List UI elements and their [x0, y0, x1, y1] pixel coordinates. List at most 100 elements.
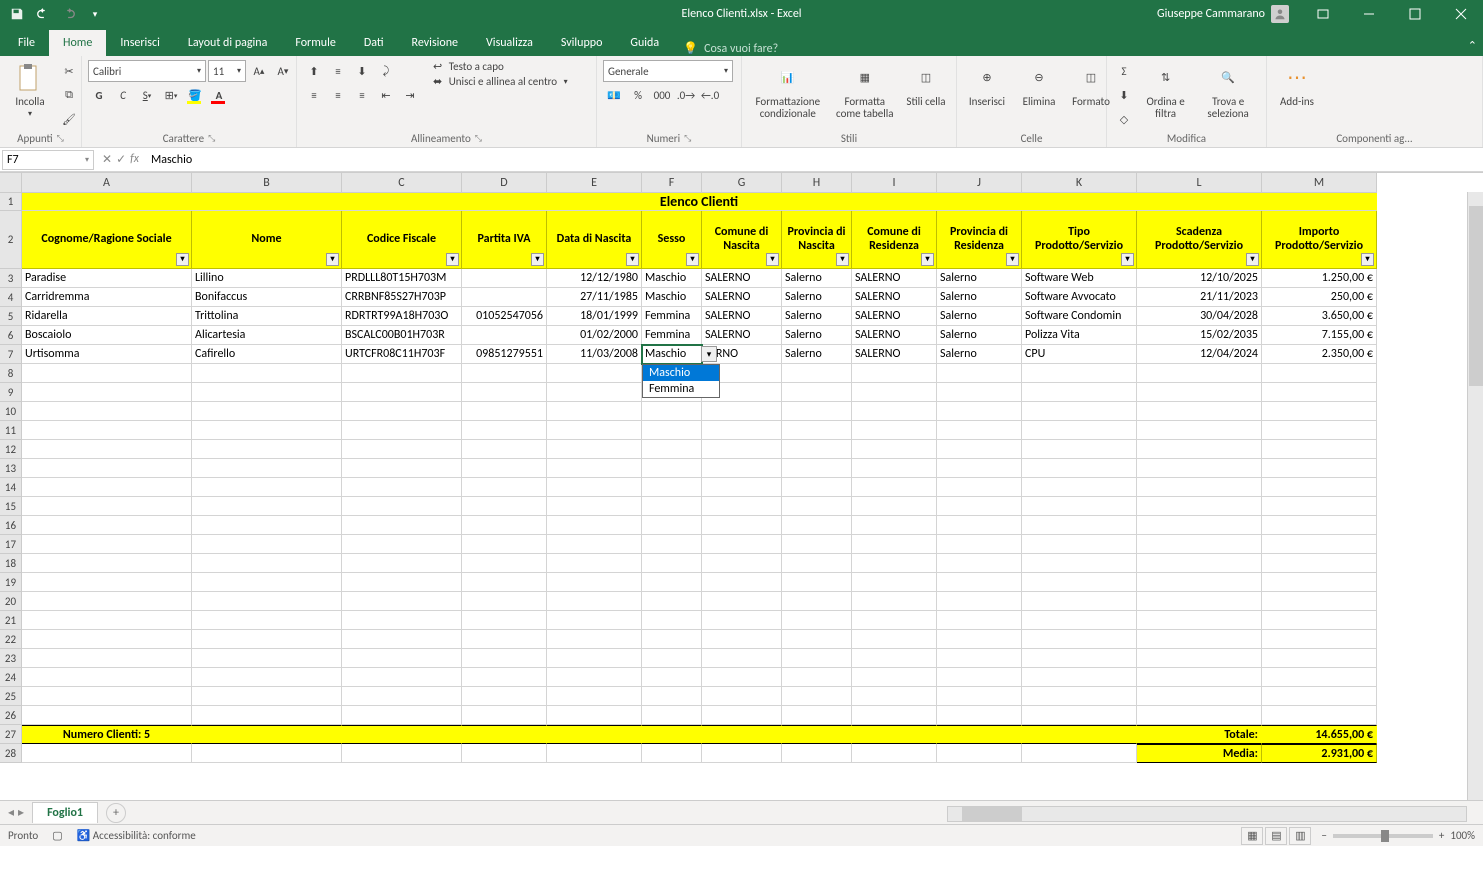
cell[interactable]: Bonifaccus: [192, 288, 342, 307]
totale-label-cell[interactable]: Totale:: [1137, 725, 1262, 744]
cell[interactable]: [547, 725, 642, 744]
column-header[interactable]: E: [547, 173, 642, 193]
cell[interactable]: [642, 649, 702, 668]
cell[interactable]: [937, 592, 1022, 611]
column-header[interactable]: A: [22, 173, 192, 193]
filter-button[interactable]: ▾: [921, 253, 934, 266]
cell[interactable]: 11/03/2008: [547, 345, 642, 364]
cell[interactable]: [782, 649, 852, 668]
qat-customize-icon[interactable]: ▾: [84, 3, 106, 25]
row-header[interactable]: 4: [0, 288, 22, 307]
cell[interactable]: [937, 611, 1022, 630]
currency-icon[interactable]: 💶: [603, 84, 625, 106]
cell[interactable]: [782, 497, 852, 516]
cell[interactable]: [462, 687, 547, 706]
vertical-scrollbar[interactable]: [1467, 192, 1483, 820]
cell[interactable]: [1137, 364, 1262, 383]
cell[interactable]: [782, 478, 852, 497]
cell[interactable]: [1022, 421, 1137, 440]
cell[interactable]: [342, 554, 462, 573]
cell[interactable]: [1137, 440, 1262, 459]
cell[interactable]: [702, 478, 782, 497]
cell[interactable]: [342, 440, 462, 459]
column-header[interactable]: L: [1137, 173, 1262, 193]
cell[interactable]: [1262, 440, 1377, 459]
cell[interactable]: [192, 478, 342, 497]
increase-decimal-icon[interactable]: .0→: [675, 84, 697, 106]
cell[interactable]: Urtisomma: [22, 345, 192, 364]
orientation-icon[interactable]: ⤸: [375, 60, 397, 82]
cell[interactable]: [547, 554, 642, 573]
cell[interactable]: Trittolina: [192, 307, 342, 326]
row-header[interactable]: 21: [0, 611, 22, 630]
cell[interactable]: Software Condomin: [1022, 307, 1137, 326]
cell[interactable]: [1022, 592, 1137, 611]
cell[interactable]: [342, 744, 462, 763]
cell[interactable]: [642, 535, 702, 554]
tab-revisione[interactable]: Revisione: [398, 30, 472, 56]
cell[interactable]: 12/10/2025: [1137, 269, 1262, 288]
cell[interactable]: [782, 611, 852, 630]
cell[interactable]: [547, 535, 642, 554]
font-color-icon[interactable]: A: [208, 84, 230, 106]
cell[interactable]: [937, 630, 1022, 649]
cell[interactable]: [22, 383, 192, 402]
cell[interactable]: Carridremma: [22, 288, 192, 307]
fill-color-icon[interactable]: 🪣: [184, 84, 206, 106]
cell[interactable]: Alicartesia: [192, 326, 342, 345]
cancel-formula-icon[interactable]: ✕: [102, 152, 112, 167]
horizontal-scrollbar[interactable]: [947, 806, 1467, 822]
accessibility-status[interactable]: ♿ Accessibilità: conforme: [77, 829, 196, 842]
cell[interactable]: [462, 592, 547, 611]
cell[interactable]: [782, 459, 852, 478]
cell[interactable]: [1137, 497, 1262, 516]
cell[interactable]: [702, 744, 782, 763]
cell[interactable]: [22, 535, 192, 554]
cell[interactable]: Lillino: [192, 269, 342, 288]
cell[interactable]: [782, 440, 852, 459]
cell[interactable]: [462, 725, 547, 744]
cell[interactable]: [852, 630, 937, 649]
cell[interactable]: [937, 440, 1022, 459]
row-header[interactable]: 24: [0, 668, 22, 687]
row-header[interactable]: 23: [0, 649, 22, 668]
cell[interactable]: [937, 725, 1022, 744]
column-header[interactable]: M: [1262, 173, 1377, 193]
cell[interactable]: [1137, 687, 1262, 706]
cell[interactable]: [342, 706, 462, 725]
filter-button[interactable]: ▾: [531, 253, 544, 266]
cell[interactable]: [1262, 516, 1377, 535]
macro-record-icon[interactable]: ▢: [52, 829, 62, 842]
cell[interactable]: [1262, 611, 1377, 630]
cell[interactable]: CPU: [1022, 345, 1137, 364]
font-name-combo[interactable]: Calibri▾: [88, 60, 206, 82]
cell[interactable]: Salerno: [937, 307, 1022, 326]
cell[interactable]: [547, 668, 642, 687]
column-header[interactable]: J: [937, 173, 1022, 193]
column-header-cell[interactable]: Data di Nascita▾: [547, 211, 642, 269]
cell[interactable]: Ridarella: [22, 307, 192, 326]
cell[interactable]: [342, 592, 462, 611]
cell[interactable]: [1022, 440, 1137, 459]
cell[interactable]: RDRTRT99A18H703O: [342, 307, 462, 326]
row-header[interactable]: 1: [0, 193, 22, 211]
cell[interactable]: [1022, 459, 1137, 478]
undo-icon[interactable]: [32, 3, 54, 25]
row-header[interactable]: 17: [0, 535, 22, 554]
cell[interactable]: [642, 573, 702, 592]
row-header[interactable]: 26: [0, 706, 22, 725]
cell[interactable]: [342, 516, 462, 535]
cell[interactable]: Salerno: [782, 326, 852, 345]
cell[interactable]: [852, 459, 937, 478]
cell[interactable]: [642, 668, 702, 687]
row-header[interactable]: 19: [0, 573, 22, 592]
client-count-cell[interactable]: Numero Clienti: 5: [22, 725, 192, 744]
cell[interactable]: [342, 364, 462, 383]
cell[interactable]: [462, 706, 547, 725]
cell[interactable]: [22, 478, 192, 497]
cell[interactable]: [642, 725, 702, 744]
cell[interactable]: [547, 478, 642, 497]
cell[interactable]: [1137, 402, 1262, 421]
column-header[interactable]: B: [192, 173, 342, 193]
cell[interactable]: [1262, 402, 1377, 421]
